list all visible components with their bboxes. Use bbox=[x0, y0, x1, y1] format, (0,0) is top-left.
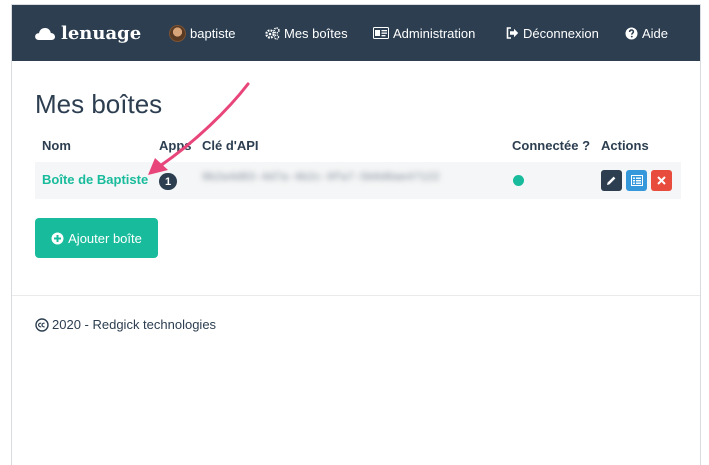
edit-button[interactable] bbox=[601, 170, 622, 191]
nav-my-boxes[interactable]: Mes boîtes bbox=[265, 24, 348, 42]
cogs-icon bbox=[265, 26, 280, 40]
nav-help[interactable]: Aide bbox=[625, 24, 668, 42]
api-key-value: 9b2a4d83-4d7a-4b2c-9fa7-5b0d6ae47122 bbox=[202, 172, 440, 184]
nav-user-label: baptiste bbox=[190, 25, 236, 41]
column-header-actions: Actions bbox=[601, 138, 649, 153]
column-header-apps: Apps bbox=[159, 138, 192, 153]
pencil-icon bbox=[607, 176, 616, 185]
nav-help-label: Aide bbox=[642, 25, 669, 41]
apps-count-badge: 1 bbox=[159, 173, 177, 190]
sign-out-icon bbox=[506, 27, 519, 39]
column-header-api-key: Clé d'API bbox=[202, 138, 259, 153]
cloud-icon bbox=[35, 27, 55, 40]
delete-button[interactable] bbox=[651, 170, 672, 191]
avatar bbox=[169, 24, 186, 42]
column-header-connected: Connectée ? bbox=[512, 138, 591, 153]
creative-commons-icon bbox=[35, 317, 49, 332]
navbar: lenuage baptiste Mes boîtes Administrati… bbox=[12, 5, 700, 61]
question-circle-icon bbox=[625, 27, 638, 39]
add-box-button[interactable]: Ajouter boîte bbox=[35, 218, 158, 258]
close-icon bbox=[657, 176, 666, 185]
brand-name: lenuage bbox=[61, 22, 142, 44]
nav-user[interactable]: baptiste bbox=[169, 24, 236, 42]
id-card-icon bbox=[373, 27, 389, 39]
connected-status-dot bbox=[513, 175, 524, 186]
footer: 2020 - Redgick technologies bbox=[35, 317, 216, 332]
nav-administration-label: Administration bbox=[393, 25, 476, 41]
footer-text: 2020 - Redgick technologies bbox=[52, 317, 217, 332]
footer-divider bbox=[12, 295, 700, 296]
plus-circle-icon bbox=[51, 232, 64, 244]
nav-logout[interactable]: Déconnexion bbox=[506, 24, 599, 42]
nav-logout-label: Déconnexion bbox=[523, 25, 599, 41]
nav-administration[interactable]: Administration bbox=[373, 24, 475, 42]
brand[interactable]: lenuage bbox=[34, 20, 141, 46]
details-button[interactable] bbox=[626, 170, 647, 191]
page-title: Mes boîtes bbox=[35, 89, 163, 119]
box-name-link[interactable]: Boîte de Baptiste bbox=[42, 172, 148, 187]
nav-my-boxes-label: Mes boîtes bbox=[284, 25, 348, 41]
app-window: lenuage baptiste Mes boîtes Administrati… bbox=[11, 4, 701, 465]
add-box-label: Ajouter boîte bbox=[68, 230, 142, 246]
column-header-name: Nom bbox=[42, 138, 71, 153]
list-alt-icon bbox=[630, 175, 643, 186]
